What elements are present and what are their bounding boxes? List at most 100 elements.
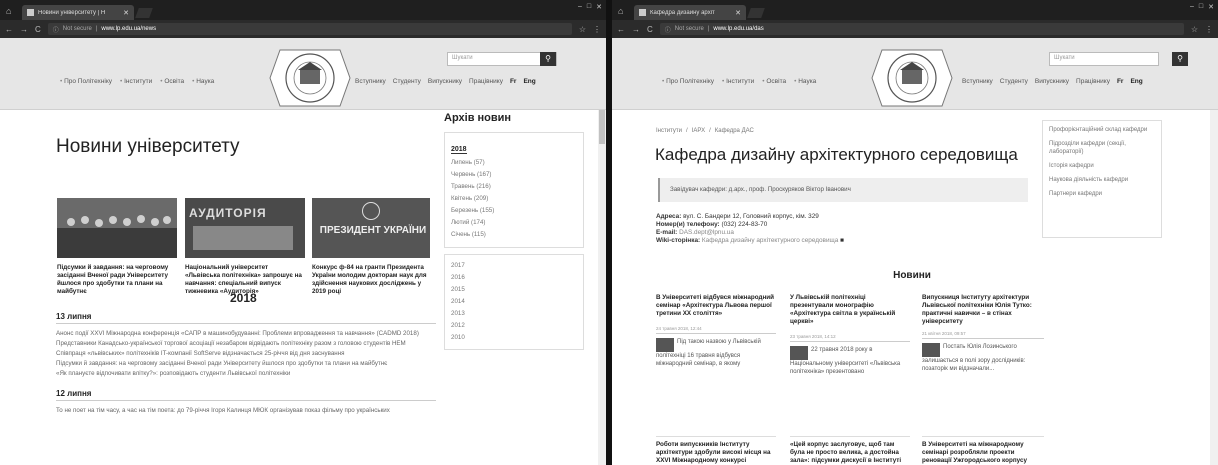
archive-year-current[interactable]: 2018	[451, 146, 467, 154]
archive-year-link[interactable]: 2017	[451, 260, 577, 272]
browser-tab[interactable]: Кафедра дизайну архіт ✕	[634, 5, 746, 20]
search-icon[interactable]: ⚲	[540, 52, 556, 66]
nav-item-institutes[interactable]: Інститути	[722, 78, 754, 85]
bookmark-star-icon[interactable]: ☆	[579, 25, 586, 34]
side-link[interactable]: Профорієнтаційний склад кафедри	[1049, 126, 1155, 134]
kebab-menu-icon[interactable]: ⋮	[593, 25, 601, 34]
archive-year-link[interactable]: 2015	[451, 284, 577, 296]
nav-item-student[interactable]: Студенту	[393, 78, 421, 85]
back-icon[interactable]: ←	[617, 25, 625, 34]
news-title[interactable]: Випускниця Інституту архітектури Львівсь…	[922, 294, 1044, 326]
forward-icon[interactable]: →	[632, 25, 640, 34]
breadcrumb-item[interactable]: Інститути	[656, 128, 682, 134]
close-tab-icon[interactable]: ✕	[123, 9, 129, 17]
nav-item-education[interactable]: Освіта	[160, 78, 184, 85]
news-item[interactable]: У Львівській політехніці презентували мо…	[790, 294, 910, 376]
close-window-icon[interactable]: ✕	[1208, 3, 1214, 11]
university-seal-logo[interactable]	[870, 42, 954, 114]
nav-item-graduate[interactable]: Випускнику	[1035, 78, 1069, 85]
app-menu-icon[interactable]: ⌂	[618, 6, 628, 16]
forward-icon[interactable]: →	[20, 25, 28, 34]
archive-month-link[interactable]: Травень (216)	[451, 181, 577, 193]
maximize-icon[interactable]: □	[1199, 3, 1203, 11]
archive-month-link[interactable]: Березень (155)	[451, 205, 577, 217]
url-text: www.lp.edu.ua/news	[101, 26, 157, 32]
archive-year-link[interactable]: 2016	[451, 272, 577, 284]
side-link[interactable]: Підрозділи кафедри (секції, лабораторії)	[1049, 140, 1155, 156]
email-link[interactable]: DAS.dept@lpnu.ua	[679, 229, 734, 236]
nav-item-science[interactable]: Наука	[794, 78, 816, 85]
news-link[interactable]: Анонс події XXVI Міжнародна конференція …	[56, 329, 436, 339]
news-title[interactable]: В Університеті відбувся міжнародний семі…	[656, 294, 776, 318]
lang-fr[interactable]: Fr	[510, 78, 517, 85]
nav-item-about[interactable]: Про Політехніку	[60, 78, 112, 85]
search-icon[interactable]: ⚲	[1172, 52, 1188, 66]
news-card[interactable]: ПРЕЗИДЕНТ УКРАЇНИ Конкурс ф-84 на гранти…	[312, 198, 430, 296]
search-input[interactable]: Шукати	[1049, 52, 1159, 66]
news-card[interactable]: АУДИТОРІЯ Національний університет «Льві…	[185, 198, 305, 296]
nav-item-about[interactable]: Про Політехніку	[662, 78, 714, 85]
omnibox[interactable]: ⓘ Not secure | www.lp.edu.ua/news	[47, 23, 572, 35]
lang-eng[interactable]: Eng	[523, 78, 535, 85]
news-title[interactable]: «Цей корпус заслуговує, щоб там була не …	[790, 436, 910, 465]
news-photo	[57, 198, 177, 258]
close-window-icon[interactable]: ✕	[596, 3, 602, 11]
news-card[interactable]: Підсумки й завдання: на черговому засіда…	[57, 198, 177, 296]
browser-tab[interactable]: Новини університету | Н ✕	[22, 5, 134, 20]
news-title[interactable]: У Львівській політехніці презентували мо…	[790, 294, 910, 326]
bookmark-star-icon[interactable]: ☆	[1191, 25, 1198, 34]
side-link[interactable]: Партнери кафедри	[1049, 190, 1155, 198]
news-title[interactable]: Роботи випускників Інституту архітектури…	[656, 436, 776, 465]
side-link[interactable]: Історія кафедри	[1049, 162, 1155, 170]
news-item[interactable]: В Університеті відбувся міжнародний семі…	[656, 294, 776, 368]
archive-year-link[interactable]: 2012	[451, 320, 577, 332]
archive-month-link[interactable]: Липень (57)	[451, 157, 577, 169]
new-tab-button[interactable]	[747, 8, 765, 18]
audience-nav: Вступнику Студенту Випускнику Працівнику…	[355, 78, 536, 85]
omnibox[interactable]: ⓘ Not secure | www.lp.edu.ua/das	[659, 23, 1184, 35]
nav-item-applicant[interactable]: Вступнику	[355, 78, 386, 85]
kebab-menu-icon[interactable]: ⋮	[1205, 25, 1213, 34]
archive-month-link[interactable]: Лютий (174)	[451, 217, 577, 229]
nav-item-applicant[interactable]: Вступнику	[962, 78, 993, 85]
nav-item-institutes[interactable]: Інститути	[120, 78, 152, 85]
maximize-icon[interactable]: □	[587, 3, 591, 11]
news-link[interactable]: Співпраця «львівських» політехніків IT-к…	[56, 349, 436, 359]
nav-item-employee[interactable]: Працівнику	[1076, 78, 1110, 85]
archive-month-link[interactable]: Січень (115)	[451, 229, 577, 241]
university-seal-logo[interactable]	[268, 42, 352, 114]
new-tab-button[interactable]	[135, 8, 153, 18]
minimize-icon[interactable]: –	[578, 3, 582, 11]
nav-item-graduate[interactable]: Випускнику	[428, 78, 462, 85]
news-title[interactable]: В Університеті на міжнародному семінарі …	[922, 436, 1044, 465]
nav-item-employee[interactable]: Працівнику	[469, 78, 503, 85]
reload-icon[interactable]: C	[647, 25, 653, 34]
reload-icon[interactable]: C	[35, 25, 41, 34]
site-header: Шукати ⚲ Про Політехніку Інститути Освіт…	[612, 38, 1218, 110]
minimize-icon[interactable]: –	[1190, 3, 1194, 11]
nav-item-student[interactable]: Студенту	[1000, 78, 1028, 85]
news-card-title[interactable]: Підсумки й завдання: на черговому засіда…	[57, 264, 177, 296]
archive-month-link[interactable]: Червень (167)	[451, 169, 577, 181]
news-link[interactable]: То не поет на тім часу, а час на тім пое…	[56, 406, 436, 416]
news-link[interactable]: «Як плануєте відпочивати влітку?»: розпо…	[56, 369, 436, 379]
news-card-title[interactable]: Конкурс ф-84 на гранти Президента Україн…	[312, 264, 430, 296]
archive-year-link[interactable]: 2014	[451, 296, 577, 308]
browser-window-right: ⌂ Кафедра дизайну архіт ✕ – □ ✕ ← → C ⓘ …	[612, 0, 1218, 465]
archive-month-link[interactable]: Квітень (209)	[451, 193, 577, 205]
news-link[interactable]: Підсумки й завдання: на черговому засіда…	[56, 359, 436, 369]
lang-fr[interactable]: Fr	[1117, 78, 1124, 85]
wiki-link[interactable]: Кафедра дизайну архітектурного середовищ…	[702, 237, 838, 244]
close-tab-icon[interactable]: ✕	[735, 9, 741, 17]
archive-year-link[interactable]: 2013	[451, 308, 577, 320]
lang-eng[interactable]: Eng	[1130, 78, 1142, 85]
news-link[interactable]: Представники Канадсько-української торго…	[56, 339, 436, 349]
back-icon[interactable]: ←	[5, 25, 13, 34]
app-menu-icon[interactable]: ⌂	[6, 6, 16, 16]
breadcrumb-item[interactable]: ІАРХ	[692, 128, 705, 134]
nav-item-science[interactable]: Наука	[192, 78, 214, 85]
nav-item-education[interactable]: Освіта	[762, 78, 786, 85]
side-link[interactable]: Наукова діяльність кафедри	[1049, 176, 1155, 184]
news-item[interactable]: Випускниця Інституту архітектури Львівсь…	[922, 294, 1044, 373]
archive-year-link[interactable]: 2010	[451, 332, 577, 344]
